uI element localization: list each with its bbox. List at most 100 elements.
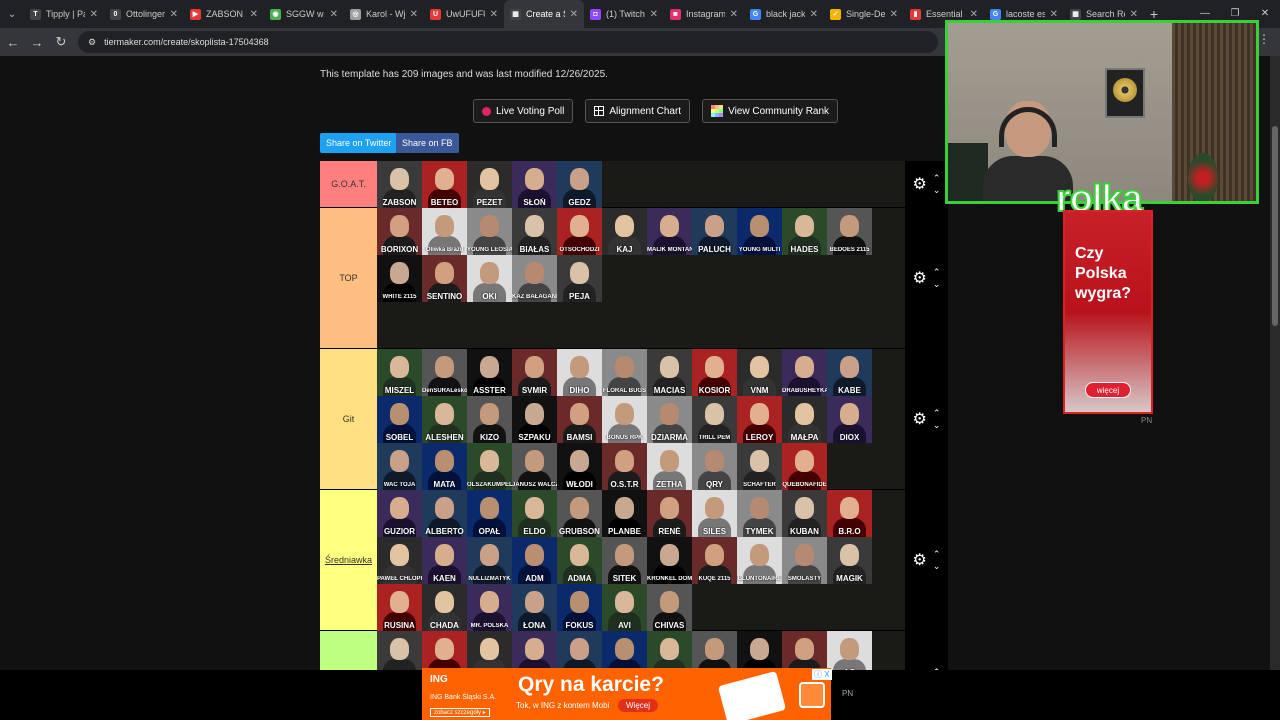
artist-card[interactable]: PIKERS xyxy=(557,631,602,670)
site-info-icon[interactable]: ⚙ xyxy=(88,37,96,48)
artist-card[interactable]: SŁOŃ xyxy=(512,161,557,208)
tab-close-icon[interactable]: ✕ xyxy=(730,9,738,20)
artist-card[interactable]: BLUNTONAIRE xyxy=(737,537,782,584)
artist-card[interactable]: SENTINO xyxy=(422,255,467,302)
artist-card[interactable]: RUSINA xyxy=(377,584,422,631)
url-field[interactable]: ⚙ tiermaker.com/create/skoplista-1750436… xyxy=(78,31,938,53)
gear-icon[interactable]: ⚙ xyxy=(913,174,927,194)
ad-close-icon[interactable]: ⓘ X xyxy=(812,669,832,680)
artist-card[interactable]: FLORAL BUGS xyxy=(602,349,647,396)
live-voting-poll-button[interactable]: Live Voting Poll xyxy=(473,99,574,123)
artist-card[interactable]: YOUNG MULTI xyxy=(737,208,782,255)
page-scrollbar[interactable] xyxy=(1270,56,1280,670)
side-ad-button[interactable]: więcej xyxy=(1085,382,1131,398)
artist-card[interactable]: BARY xyxy=(467,631,512,670)
artist-card[interactable]: ŁONA xyxy=(512,584,557,631)
artist-card[interactable]: YOUNG LEOSIA xyxy=(467,208,512,255)
artist-card[interactable]: BETEO xyxy=(422,161,467,208)
artist-card[interactable]: VNM xyxy=(737,349,782,396)
artist-card[interactable]: DZIARMA xyxy=(647,396,692,443)
artist-card[interactable]: SOBEL xyxy=(377,396,422,443)
artist-card[interactable]: SMOLASTY xyxy=(782,537,827,584)
artist-card[interactable]: CHIVAS xyxy=(647,584,692,631)
artist-card[interactable]: MAGIK xyxy=(827,537,872,584)
chevron-up-icon[interactable]: ⌃ xyxy=(933,407,941,419)
artist-card[interactable]: KAZIOR xyxy=(737,631,782,670)
artist-card[interactable]: DIHO xyxy=(557,349,602,396)
artist-card[interactable]: KIZO xyxy=(467,396,512,443)
forward-icon[interactable]: → xyxy=(30,35,44,50)
browser-tab[interactable]: Gblack jack ✕ xyxy=(744,0,824,28)
artist-card[interactable]: ALESHEN xyxy=(422,396,467,443)
artist-card[interactable]: OLSZAKUMPEL xyxy=(467,443,512,490)
tab-close-icon[interactable]: ✕ xyxy=(490,9,498,20)
artist-card[interactable]: PALUCH xyxy=(692,208,737,255)
artist-card[interactable]: MR. POLSKA xyxy=(467,584,512,631)
artist-card[interactable]: FOKUS xyxy=(557,584,602,631)
artist-card[interactable]: MATA xyxy=(422,443,467,490)
artist-card[interactable]: GEDZ xyxy=(557,161,602,208)
artist-card[interactable]: AG xyxy=(827,631,872,670)
artist-card[interactable]: MACIAS xyxy=(647,349,692,396)
tab-close-icon[interactable]: ✕ xyxy=(1050,9,1058,20)
artist-card[interactable]: ZABSON xyxy=(377,161,422,208)
alignment-chart-button[interactable]: Alignment Chart xyxy=(585,99,691,123)
artist-card[interactable]: BONUS RPK xyxy=(602,396,647,443)
artist-card[interactable]: ALBERTO xyxy=(422,490,467,537)
artist-card[interactable]: SVMIR xyxy=(512,349,557,396)
artist-card[interactable]: MISZEL xyxy=(377,349,422,396)
share-fb-button[interactable]: Share on FB xyxy=(396,133,459,153)
artist-card[interactable]: JACUŚ xyxy=(512,631,557,670)
artist-card[interactable]: MAŁPA xyxy=(782,396,827,443)
browser-menu-icon[interactable]: ⋮ xyxy=(1258,32,1270,46)
artist-card[interactable]: CHADA xyxy=(422,584,467,631)
artist-card[interactable]: WHITE 2115 xyxy=(377,255,422,302)
community-rank-button[interactable]: View Community Rank xyxy=(702,99,839,123)
artist-card[interactable]: ASSTER xyxy=(467,349,512,396)
artist-card[interactable]: KABE xyxy=(827,349,872,396)
artist-card[interactable]: WAC TOJA xyxy=(377,443,422,490)
artist-card[interactable]: OKI xyxy=(467,255,512,302)
tier-label[interactable]: G.O.A.T. xyxy=(320,161,377,207)
artist-card[interactable]: Oliwka Brazil xyxy=(422,208,467,255)
artist-card[interactable]: KRONKEL DOM xyxy=(647,537,692,584)
tab-close-icon[interactable]: ✕ xyxy=(650,9,658,20)
artist-card[interactable]: OTSOCHODZI xyxy=(557,208,602,255)
tab-close-icon[interactable]: ✕ xyxy=(330,9,338,20)
artist-card[interactable]: SHHIEDA xyxy=(602,631,647,670)
artist-card[interactable]: GRUBSON xyxy=(557,490,602,537)
artist-card[interactable]: KAJ xyxy=(602,208,647,255)
browser-tab[interactable]: ◎ Karol - Wj ✕ xyxy=(344,0,424,28)
artist-card[interactable]: BORIXON xyxy=(377,208,422,255)
scroll-thumb[interactable] xyxy=(1272,126,1278,326)
artist-card[interactable]: TRILL PEM xyxy=(692,396,737,443)
browser-tab[interactable]: ◙ Instagram ✕ xyxy=(664,0,744,28)
side-ad[interactable]: Czy Polska wygra? więcej xyxy=(1063,210,1153,414)
artist-card[interactable]: QUEBONAFIDE xyxy=(782,443,827,490)
share-twitter-button[interactable]: Share on Twitter xyxy=(320,133,398,153)
chevron-up-icon[interactable]: ⌃ xyxy=(933,548,941,560)
tab-close-icon[interactable]: ✕ xyxy=(1130,9,1138,20)
tab-close-icon[interactable]: ✕ xyxy=(890,9,898,20)
gear-icon[interactable]: ⚙ xyxy=(913,268,927,288)
artist-card[interactable]: MALIK MONTANA xyxy=(647,208,692,255)
artist-card[interactable]: SCHAFTER xyxy=(737,443,782,490)
artist-card[interactable]: BAMSI xyxy=(557,396,602,443)
artist-card[interactable]: SZPAKU xyxy=(512,396,557,443)
artist-card[interactable]: TYMEK xyxy=(737,490,782,537)
artist-card[interactable]: B.R.O xyxy=(827,490,872,537)
chevron-up-icon[interactable]: ⌃ xyxy=(933,172,941,184)
artist-card[interactable]: JANUSZ WALCZUK xyxy=(512,443,557,490)
artist-card[interactable]: KAZ BAŁAGANE xyxy=(512,255,557,302)
tab-close-icon[interactable]: ✕ xyxy=(170,9,178,20)
tier-label[interactable]: Meh xyxy=(320,631,377,670)
tier-label[interactable]: TOP xyxy=(320,208,377,348)
reload-icon[interactable]: ↻ xyxy=(54,34,68,50)
artist-card[interactable]: DIOX xyxy=(827,396,872,443)
tab-search-icon[interactable]: ⌄ xyxy=(0,0,24,28)
tab-close-icon[interactable]: ✕ xyxy=(810,9,818,20)
back-icon[interactable]: ← xyxy=(6,35,20,50)
chevron-up-icon[interactable]: ⌃ xyxy=(933,266,941,278)
artist-card[interactable]: BEDOES 2115 xyxy=(827,208,872,255)
artist-card[interactable]: SZCZYL xyxy=(422,631,467,670)
